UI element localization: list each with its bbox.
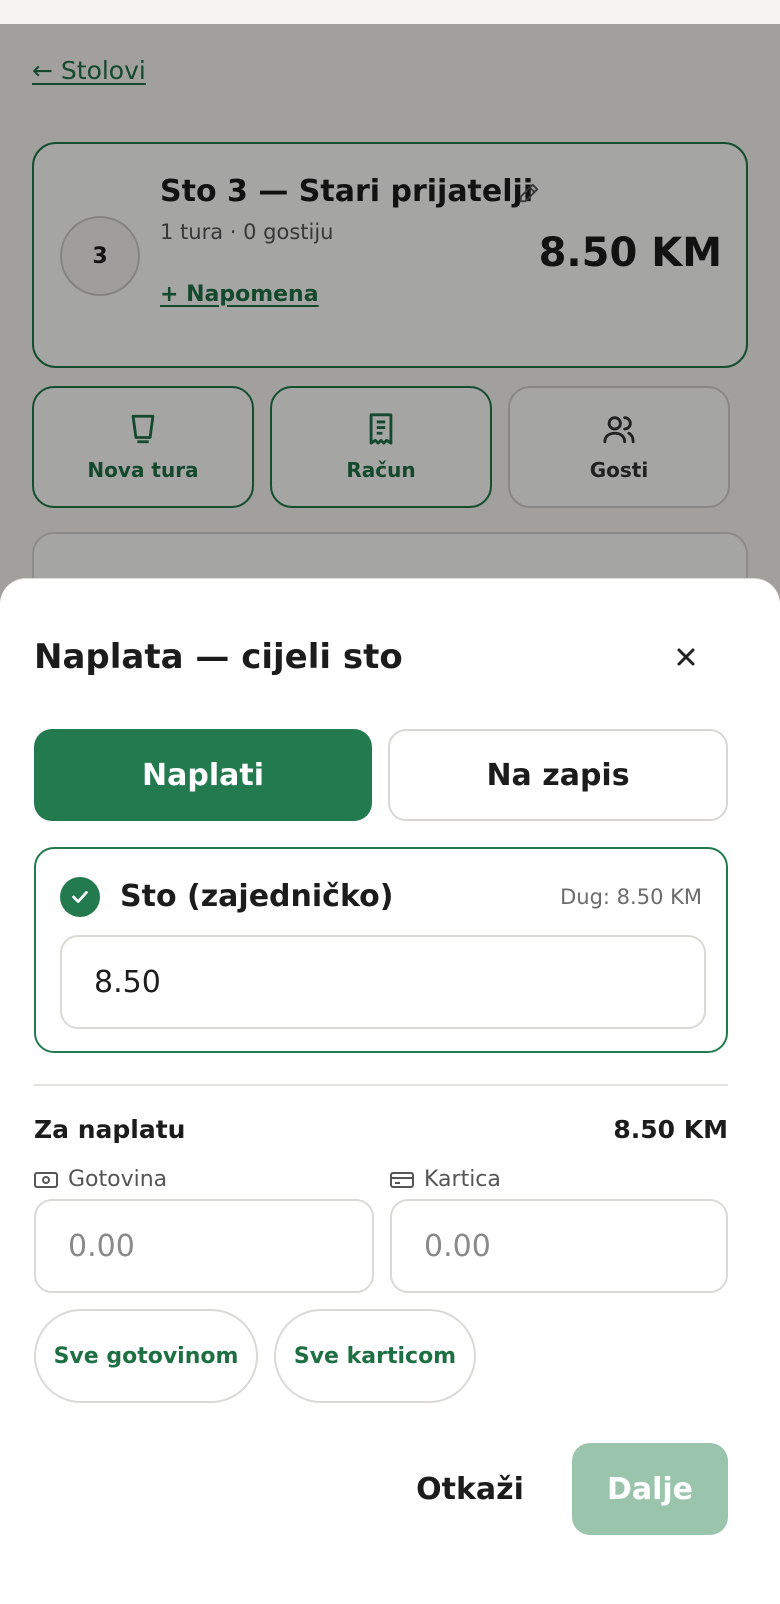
- card-amount-input[interactable]: [390, 1199, 728, 1293]
- close-button[interactable]: [672, 643, 700, 671]
- mode-on-tab-button[interactable]: Na zapis: [388, 729, 728, 821]
- next-button[interactable]: Dalje: [572, 1443, 728, 1535]
- all-cash-button[interactable]: Sve gotovinom: [34, 1309, 258, 1403]
- payer-amount-input[interactable]: [60, 935, 706, 1029]
- divider: [34, 1084, 728, 1086]
- payer-card[interactable]: Sto (zajedničko) Dug: 8.50 KM: [34, 847, 728, 1053]
- credit-card-icon: [390, 1171, 414, 1188]
- card-label-text: Kartica: [424, 1167, 501, 1192]
- cash-label: Gotovina: [34, 1167, 167, 1192]
- check-icon[interactable]: [60, 877, 100, 917]
- cash-label-text: Gotovina: [68, 1167, 168, 1192]
- mode-charge-button[interactable]: Naplati: [34, 729, 372, 821]
- cash-icon: [34, 1171, 58, 1188]
- due-label: Za naplatu: [34, 1115, 186, 1144]
- payment-sheet: Naplata — cijeli sto Naplati Na zapis St…: [0, 578, 780, 1604]
- all-card-button[interactable]: Sve karticom: [274, 1309, 476, 1403]
- cancel-button[interactable]: Otkaži: [396, 1443, 544, 1535]
- payer-debt: Dug: 8.50 KM: [560, 885, 702, 909]
- card-label: Kartica: [390, 1167, 501, 1192]
- due-amount: 8.50 KM: [613, 1115, 728, 1144]
- sheet-title: Naplata — cijeli sto: [34, 637, 403, 677]
- cash-amount-input[interactable]: [34, 1199, 374, 1293]
- payer-name: Sto (zajedničko): [120, 879, 394, 914]
- close-icon: [677, 648, 695, 666]
